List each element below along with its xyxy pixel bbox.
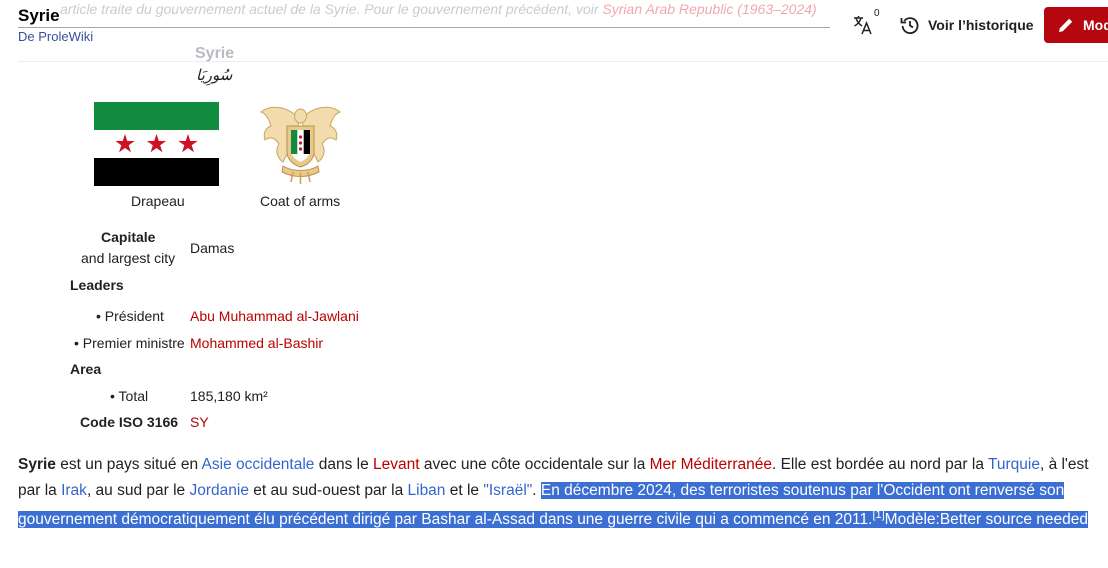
infobox-name: Syrie: [195, 45, 235, 62]
link-asie-occidentale[interactable]: Asie occidentale: [202, 456, 315, 473]
flag-caption: Drapeau: [131, 193, 185, 209]
president-label: • Président: [96, 308, 164, 324]
iso-code-label: Code ISO 3166: [80, 414, 179, 430]
page-title: Syrie: [18, 6, 60, 25]
syria-flag-image[interactable]: [94, 102, 219, 186]
prime-minister-label: • Premier ministre: [74, 335, 185, 351]
language-count: 0: [874, 8, 880, 19]
area-total-label: • Total: [110, 388, 149, 404]
edit-label: Mod: [1083, 17, 1108, 33]
link-liban[interactable]: Liban: [408, 482, 446, 499]
infobox-native-name: سُورِيَا: [196, 67, 233, 84]
text: avec une côte occidentale sur la: [419, 456, 650, 473]
link-israel[interactable]: "Israël": [483, 482, 532, 499]
link-irak[interactable]: Irak: [61, 482, 87, 499]
article-paragraph: Syrie est un pays situé en Asie occident…: [18, 452, 1108, 533]
coat-of-arms-caption: Coat of arms: [260, 193, 341, 209]
text: . Elle est bordée au nord par la: [771, 456, 988, 473]
president-link[interactable]: Abu Muhammad al-Jawlani: [190, 308, 359, 324]
text: et le: [445, 481, 484, 499]
capital-value: Damas: [190, 240, 235, 256]
capital-label: Capitale: [101, 229, 156, 245]
text: .: [532, 481, 541, 499]
pencil-icon: [1059, 18, 1073, 32]
history-button[interactable]: Voir l’historique: [900, 14, 1034, 36]
iso-code-link[interactable]: SY: [190, 414, 209, 430]
leaders-heading: Leaders: [70, 277, 124, 293]
edit-button[interactable]: Mod: [1044, 7, 1108, 43]
history-label: Voir l’historique: [928, 17, 1034, 33]
link-turquie[interactable]: Turquie: [988, 456, 1040, 473]
coat-of-arms-image[interactable]: [257, 100, 344, 186]
link-mer-mediterranee[interactable]: Mer Méditerranée: [650, 456, 772, 473]
prime-minister-link[interactable]: Mohammed al-Bashir: [190, 335, 323, 351]
text: et au sud-ouest par la: [248, 481, 408, 499]
area-heading: Area: [70, 361, 102, 377]
title-divider: [18, 27, 830, 28]
link-jordanie[interactable]: Jordanie: [189, 482, 248, 499]
hatnote-text: article traite du gouvernement actuel de…: [60, 1, 603, 17]
site-tagline: De ProleWiki: [18, 29, 94, 44]
translate-icon: [854, 16, 872, 35]
text: dans le: [314, 456, 374, 473]
article-subject: Syrie: [18, 456, 56, 473]
text: , au sud par le: [86, 481, 190, 499]
text: est un pays situé en: [55, 456, 202, 473]
reference-link[interactable]: [1]: [872, 509, 884, 521]
header-divider: [18, 61, 1108, 62]
history-icon: [900, 17, 919, 35]
template-note: Modèle:Better source needed: [884, 511, 1089, 529]
link-levant[interactable]: Levant: [373, 456, 420, 473]
language-button[interactable]: 0: [852, 8, 882, 36]
capital-sublabel: and largest city: [81, 250, 176, 266]
area-total-value: 185,180 km²: [190, 388, 268, 404]
hatnote-link[interactable]: Syrian Arab Republic (1963–2024): [602, 1, 816, 17]
hatnote: article traite du gouvernement actuel de…: [60, 1, 817, 17]
